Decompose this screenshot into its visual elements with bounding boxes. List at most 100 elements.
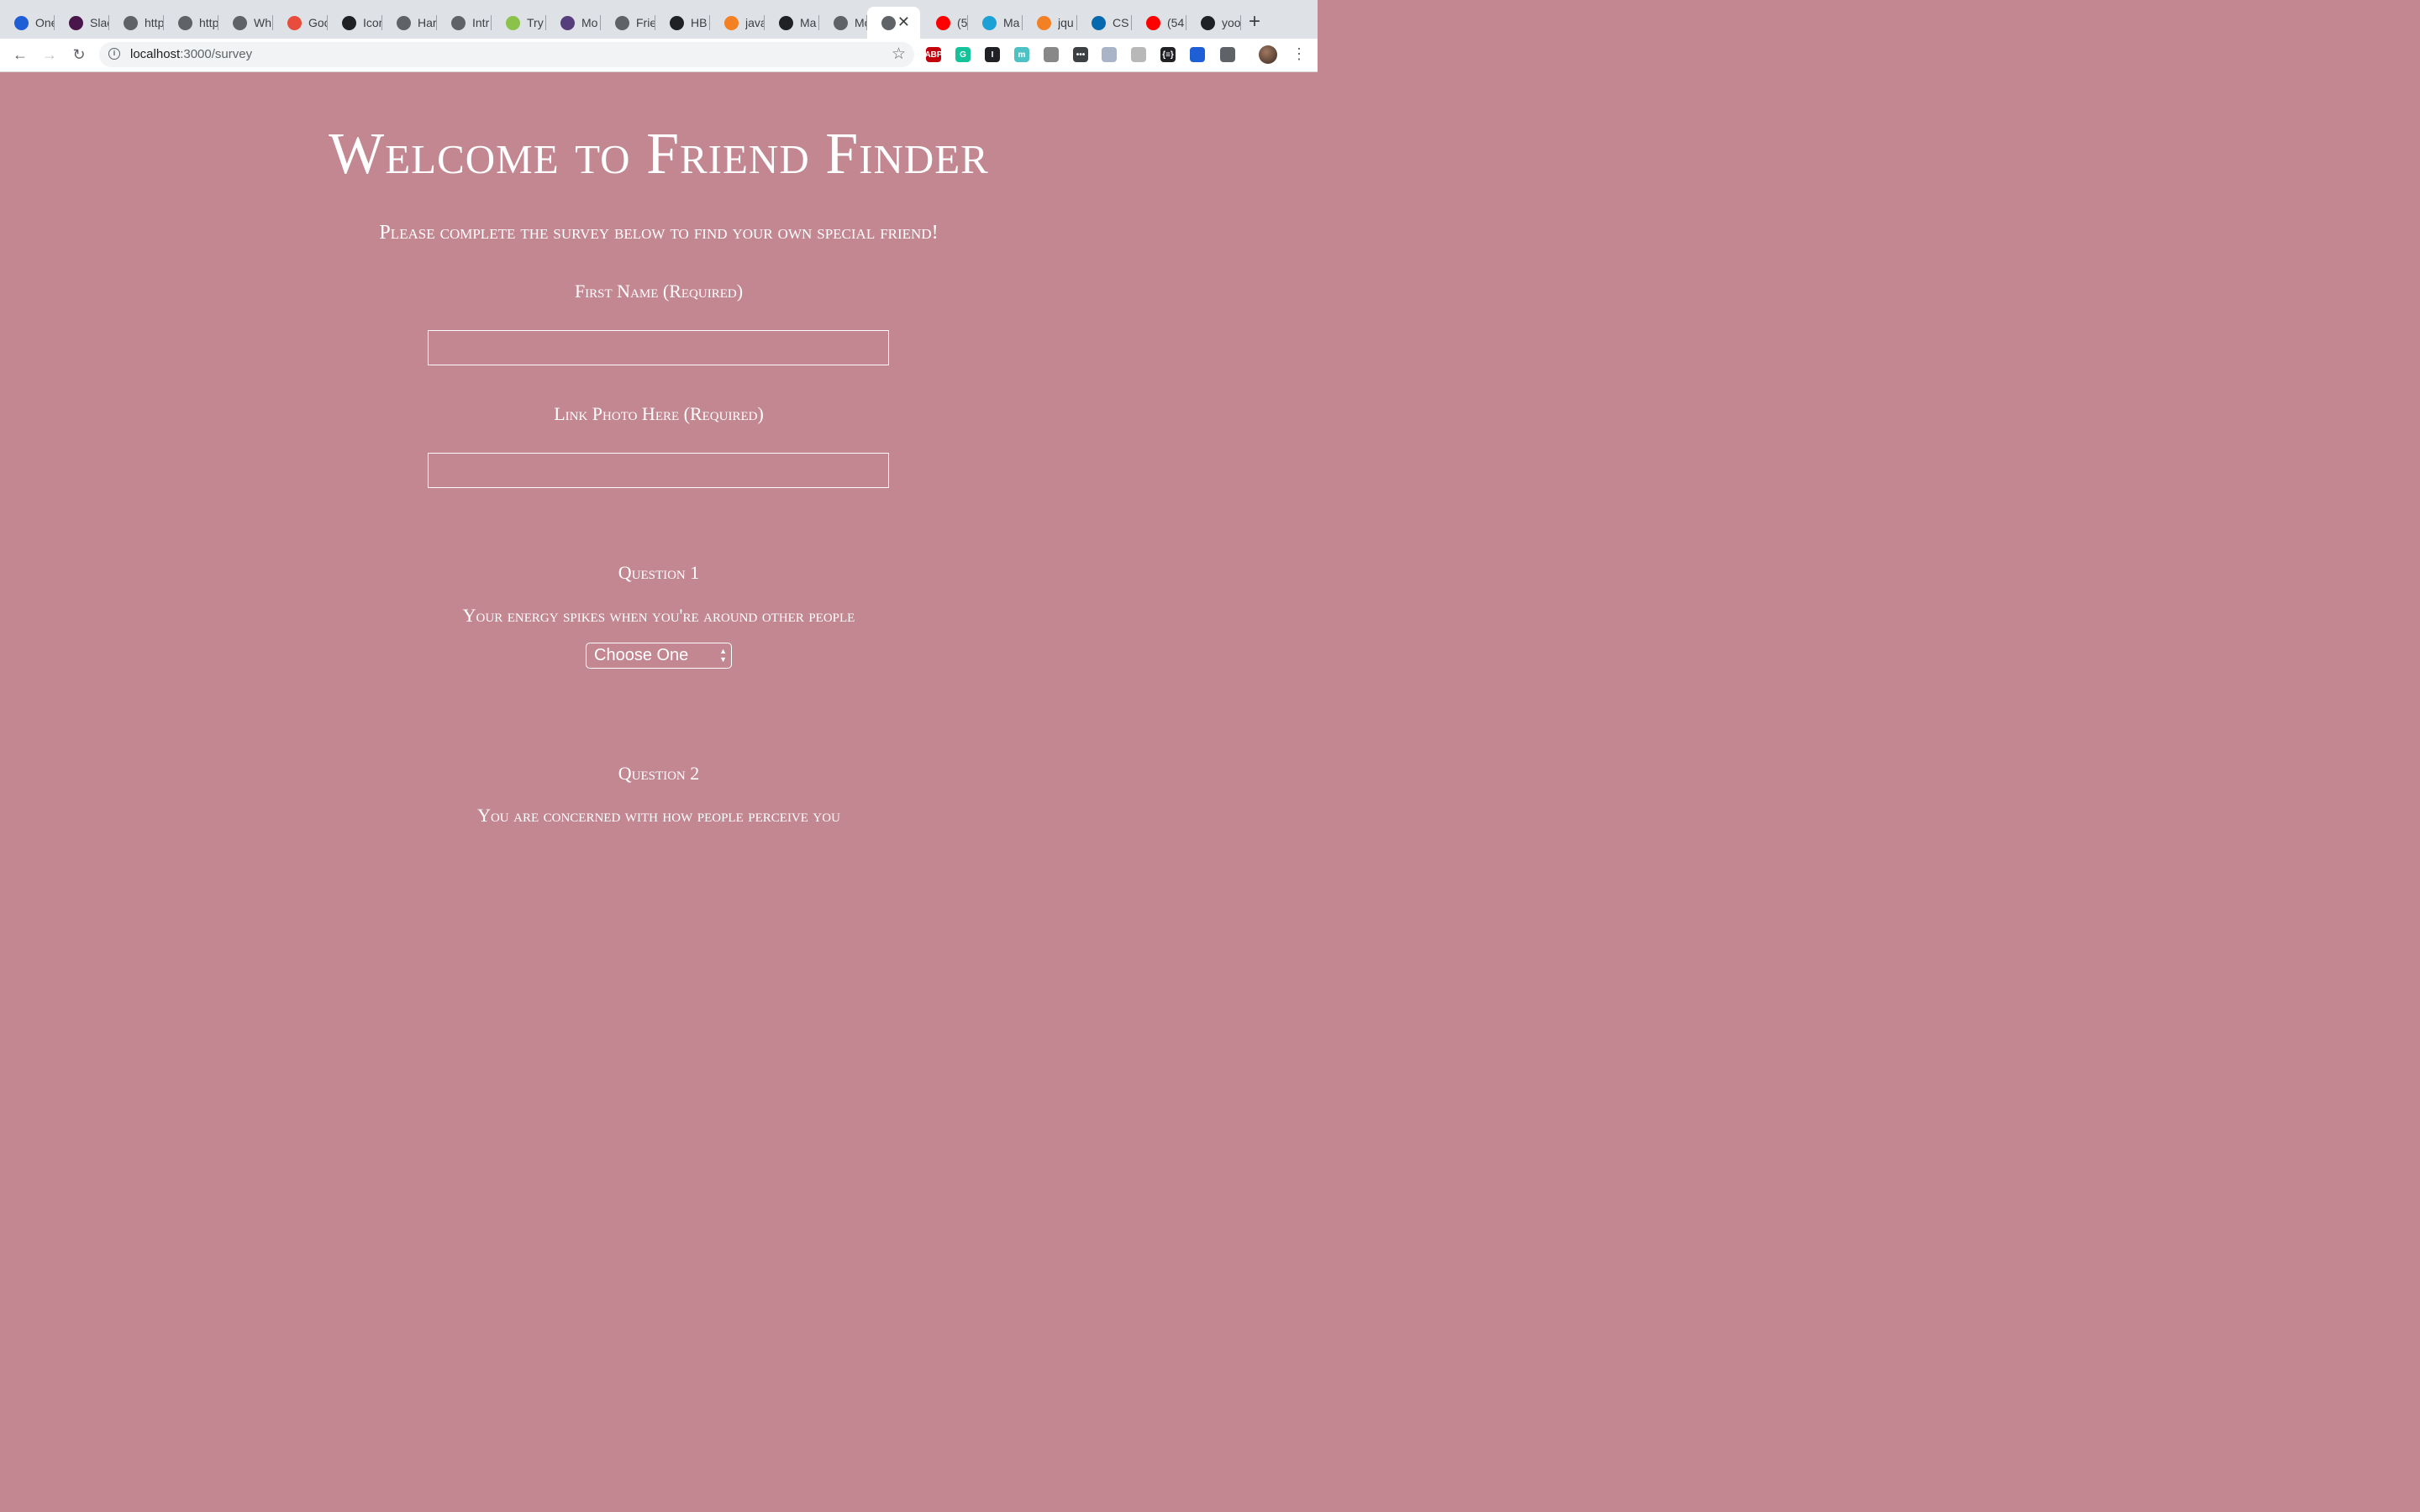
- tab-title: Intr: [472, 16, 490, 29]
- tab[interactable]: Goo: [273, 7, 328, 39]
- tab[interactable]: Ma: [765, 7, 819, 39]
- url-path: :3000/survey: [180, 47, 253, 61]
- tab[interactable]: (54: [1132, 7, 1186, 39]
- github-icon: [1201, 15, 1215, 30]
- tab[interactable]: http: [164, 7, 218, 39]
- tab-title: One: [35, 16, 55, 29]
- tab-title: http: [199, 16, 218, 29]
- lastpass-icon[interactable]: •••: [1073, 47, 1088, 62]
- profile-avatar[interactable]: [1259, 45, 1277, 64]
- forward-icon[interactable]: →: [39, 45, 60, 64]
- first-name-input[interactable]: [428, 330, 889, 365]
- mustache-icon: [397, 15, 411, 30]
- site-info-icon[interactable]: i: [108, 48, 120, 60]
- f-letter-icon: [287, 15, 302, 30]
- question-1-text: Your energy spikes when you're around ot…: [462, 605, 855, 626]
- tab-title: Wh: [254, 16, 271, 29]
- adblock-icon[interactable]: ABP: [924, 47, 943, 62]
- extension-label: m: [1018, 50, 1026, 60]
- tab-title: HB: [691, 16, 708, 29]
- tab[interactable]: Slack: [55, 7, 109, 39]
- question-1-select[interactable]: Choose One ▲ ▼: [586, 643, 732, 669]
- tab-title: (54: [1167, 16, 1185, 29]
- tab[interactable]: Mo: [819, 7, 867, 39]
- tab[interactable]: http: [109, 7, 164, 39]
- select-arrows-icon: ▲ ▼: [719, 647, 727, 664]
- globe-icon: [615, 15, 629, 30]
- tab-strip: One Slack http http Wh Goo Icon Har Intr Try Mo Fri…: [0, 0, 1318, 39]
- question-1-select-value: Choose One: [594, 646, 689, 664]
- url-text[interactable]: localhost:3000/survey: [130, 47, 252, 61]
- grammarly-icon[interactable]: G: [955, 47, 971, 62]
- graduation-cap-icon: [982, 15, 997, 30]
- new-tab-button[interactable]: +: [1249, 12, 1260, 32]
- vivaldi-v-icon: [14, 15, 29, 30]
- vivaldi-v-icon[interactable]: [1190, 47, 1205, 62]
- tab-title: Slack: [90, 16, 109, 29]
- tab[interactable]: Intr: [437, 7, 492, 39]
- tab-title: Mo: [581, 16, 598, 29]
- tab-separator: [1240, 15, 1241, 30]
- tab[interactable]: One: [0, 7, 55, 39]
- instapaper-icon[interactable]: I: [985, 47, 1000, 62]
- globe-icon: [881, 15, 896, 30]
- puzzle-icon[interactable]: [1044, 47, 1059, 62]
- tab-title: Icon: [363, 16, 382, 29]
- tab[interactable]: CS: [1077, 7, 1132, 39]
- menu-icon[interactable]: ⋮: [1292, 45, 1307, 63]
- photo-link-input[interactable]: [428, 453, 889, 488]
- dropper-icon[interactable]: [1220, 47, 1235, 62]
- w3schools-icon: [506, 15, 520, 30]
- bookmark-star-icon[interactable]: ☆: [892, 45, 906, 64]
- globe-icon: [834, 15, 848, 30]
- tab[interactable]: Wh: [218, 7, 273, 39]
- globe-icon: [233, 15, 247, 30]
- tab-title: jqu: [1058, 16, 1074, 29]
- shield-icon[interactable]: [1102, 47, 1117, 62]
- close-tab-icon[interactable]: ✕: [897, 14, 910, 29]
- address-bar[interactable]: i localhost:3000/survey ☆: [99, 42, 914, 67]
- mustache-icon: [451, 15, 466, 30]
- tab-title: Ma: [1003, 16, 1020, 29]
- extension-label: I: [991, 50, 994, 60]
- jquery-icon: [1092, 15, 1106, 30]
- page-title: Welcome to Friend Finder: [329, 122, 989, 186]
- question-2-heading: Question 2: [618, 763, 700, 784]
- materialize-icon: [779, 15, 793, 30]
- photo-label: Link Photo Here (Required): [554, 403, 764, 424]
- tab-title: Har: [418, 16, 437, 29]
- slack-icon: [69, 15, 83, 30]
- globe-icon: [178, 15, 192, 30]
- first-name-label: First Name (Required): [574, 281, 744, 302]
- tab-title: Ma: [800, 16, 817, 29]
- tab[interactable]: jqu: [1023, 7, 1077, 39]
- m-circle-icon: [342, 15, 356, 30]
- tab[interactable]: Frie: [601, 7, 655, 39]
- json-formatter-icon[interactable]: {≡}: [1160, 47, 1176, 62]
- tab[interactable]: Try: [492, 7, 546, 39]
- tab[interactable]: Mo: [546, 7, 601, 39]
- youtube-icon: [936, 15, 950, 30]
- tab-title: http: [145, 16, 164, 29]
- circle-dot-icon: [670, 15, 684, 30]
- extension-label: ABP: [924, 50, 943, 60]
- tab-title: Try: [527, 16, 544, 29]
- back-icon[interactable]: ←: [10, 45, 30, 64]
- hiker-icon[interactable]: [1131, 47, 1146, 62]
- tab[interactable]: Icon: [328, 7, 382, 39]
- url-host: localhost: [130, 47, 181, 61]
- tab[interactable]: Ma: [968, 7, 1023, 39]
- question-2-text: You are concerned with how people percei…: [477, 805, 840, 826]
- reload-icon[interactable]: ↻: [69, 45, 89, 64]
- page-subtitle: Please complete the survey below to find…: [379, 222, 939, 244]
- tab[interactable]: HB: [655, 7, 710, 39]
- extension-label: {≡}: [1162, 50, 1174, 60]
- tab[interactable]: ✕: [867, 7, 920, 39]
- mercury-icon[interactable]: m: [1014, 47, 1029, 62]
- tab[interactable]: Har: [382, 7, 437, 39]
- tab[interactable]: (54: [922, 7, 968, 39]
- extension-label: G: [960, 50, 966, 60]
- tab[interactable]: yoo: [1186, 7, 1241, 39]
- tab[interactable]: java: [710, 7, 765, 39]
- globe-icon: [124, 15, 138, 30]
